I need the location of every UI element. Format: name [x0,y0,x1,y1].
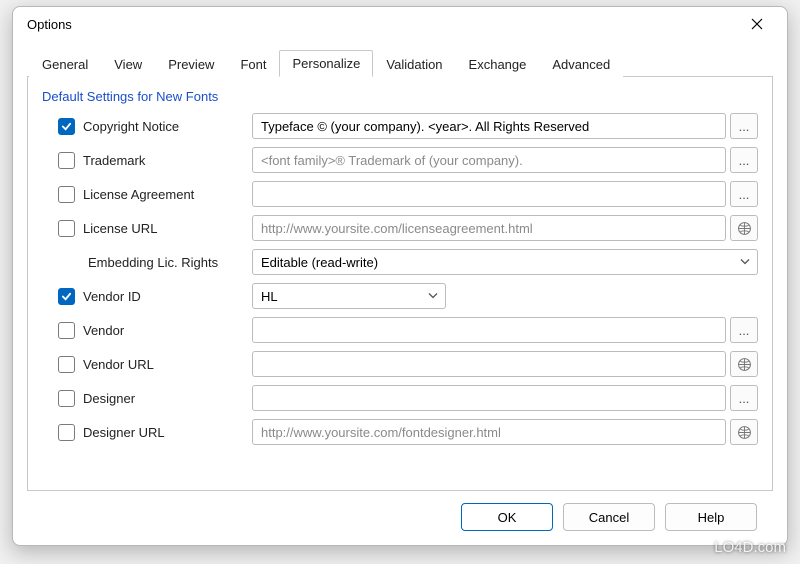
globe-icon [737,357,752,372]
row-vendor-id: Vendor ID [42,282,758,310]
checkbox-vendor-id[interactable] [58,288,75,305]
label-designer-url: Designer URL [83,425,165,440]
tab-preview[interactable]: Preview [155,51,227,77]
dialog-buttons: OK Cancel Help [27,491,773,545]
checkbox-trademark[interactable] [58,152,75,169]
more-button-copyright[interactable]: ... [730,113,758,139]
select-vendor-id[interactable] [252,283,446,309]
label-vendor-url: Vendor URL [83,357,154,372]
close-icon [751,18,763,30]
checkbox-license-url[interactable] [58,220,75,237]
label-vendor-id: Vendor ID [83,289,141,304]
row-vendor-url: Vendor URL [42,350,758,378]
browse-button-vendor-url[interactable] [730,351,758,377]
tab-general[interactable]: General [29,51,101,77]
globe-icon [737,221,752,236]
label-trademark: Trademark [83,153,145,168]
checkbox-vendor-url[interactable] [58,356,75,373]
checkbox-vendor[interactable] [58,322,75,339]
ok-button[interactable]: OK [461,503,553,531]
dialog-content: General View Preview Font Personalize Va… [13,41,787,545]
label-embedding: Embedding Lic. Rights [88,255,218,270]
input-designer-url[interactable] [252,419,726,445]
browse-button-designer-url[interactable] [730,419,758,445]
label-license-url: License URL [83,221,157,236]
row-vendor: Vendor ... [42,316,758,344]
more-button-license[interactable]: ... [730,181,758,207]
row-trademark: Trademark ... [42,146,758,174]
help-button[interactable]: Help [665,503,757,531]
label-copyright: Copyright Notice [83,119,179,134]
input-trademark[interactable] [252,147,726,173]
row-embedding: Embedding Lic. Rights [42,248,758,276]
tab-advanced[interactable]: Advanced [539,51,623,77]
tab-font[interactable]: Font [227,51,279,77]
row-license-url: License URL [42,214,758,242]
tab-validation[interactable]: Validation [373,51,455,77]
input-license[interactable] [252,181,726,207]
row-designer-url: Designer URL [42,418,758,446]
browse-button-license-url[interactable] [730,215,758,241]
input-vendor[interactable] [252,317,726,343]
label-designer: Designer [83,391,135,406]
label-license: License Agreement [83,187,194,202]
select-embedding[interactable] [252,249,758,275]
tab-panel-personalize: Default Settings for New Fonts Copyright… [27,77,773,491]
checkbox-license[interactable] [58,186,75,203]
input-vendor-url[interactable] [252,351,726,377]
titlebar: Options [13,7,787,41]
row-designer: Designer ... [42,384,758,412]
row-copyright: Copyright Notice ... [42,112,758,140]
label-vendor: Vendor [83,323,124,338]
checkbox-designer[interactable] [58,390,75,407]
close-button[interactable] [735,9,779,39]
tab-view[interactable]: View [101,51,155,77]
tab-personalize[interactable]: Personalize [279,50,373,77]
input-license-url[interactable] [252,215,726,241]
window-title: Options [27,17,735,32]
row-license: License Agreement ... [42,180,758,208]
options-dialog: Options General View Preview Font Person… [12,6,788,546]
checkbox-copyright[interactable] [58,118,75,135]
tab-exchange[interactable]: Exchange [456,51,540,77]
more-button-designer[interactable]: ... [730,385,758,411]
group-title: Default Settings for New Fonts [42,89,758,104]
input-designer[interactable] [252,385,726,411]
tabs: General View Preview Font Personalize Va… [27,47,773,77]
cancel-button[interactable]: Cancel [563,503,655,531]
more-button-vendor[interactable]: ... [730,317,758,343]
more-button-trademark[interactable]: ... [730,147,758,173]
globe-icon [737,425,752,440]
checkbox-designer-url[interactable] [58,424,75,441]
input-copyright[interactable] [252,113,726,139]
